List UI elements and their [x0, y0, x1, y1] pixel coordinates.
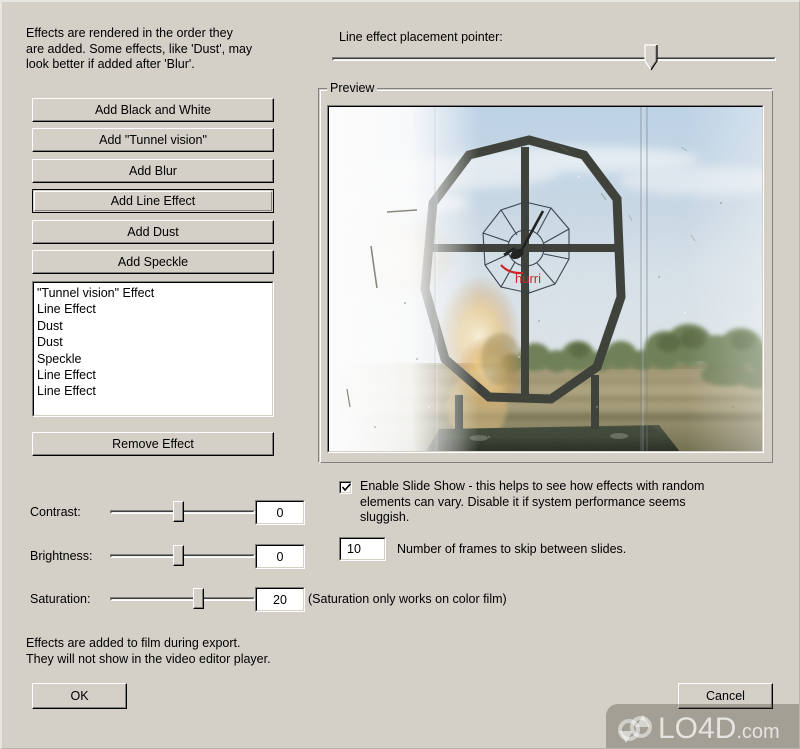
effect-list-item[interactable]: Dust	[37, 318, 272, 334]
checkmark-icon	[341, 483, 352, 492]
add-black-and-white-button-label: Add Black and White	[94, 103, 212, 117]
effects-dialog: Effects are rendered in the order they a…	[0, 0, 800, 749]
pointer-slider-thumb[interactable]	[644, 44, 660, 74]
saturation-slider-track[interactable]	[110, 597, 255, 601]
add-blur-button-label: Add Blur	[129, 164, 177, 178]
lo4d-watermark: LO4D.com	[606, 704, 799, 748]
refresh-cycle-icon	[618, 715, 652, 743]
remove-effect-button[interactable]: Remove Effect	[32, 432, 274, 456]
effect-list-item[interactable]: Speckle	[37, 351, 272, 367]
intro-text: Effects are rendered in the order they a…	[26, 26, 253, 71]
brightness-value: 0	[276, 549, 284, 564]
watermark-domain: .com	[736, 721, 780, 743]
ok-label: OK	[70, 689, 89, 703]
watermark-text: LO4D.com	[658, 712, 780, 746]
enable-slide-show-checkbox[interactable]	[339, 481, 352, 494]
add-tunnel-vision-button[interactable]: Add "Tunnel vision"	[32, 128, 274, 152]
pointer-label: Line effect placement pointer:	[339, 30, 503, 44]
add-line-effect-button-label: Add Line Effect	[110, 194, 196, 208]
pointer-slider-track[interactable]	[332, 57, 776, 61]
cancel-button[interactable]: Cancel	[678, 683, 773, 709]
remove-effect-label: Remove Effect	[112, 437, 194, 451]
add-blur-button[interactable]: Add Blur	[32, 159, 274, 183]
frames-to-skip-label: Number of frames to skip between slides.	[397, 542, 627, 556]
contrast-label: Contrast:	[30, 505, 81, 519]
add-black-and-white-button[interactable]: Add Black and White	[32, 98, 274, 122]
effect-list[interactable]: "Tunnel vision" Effect Line Effect Dust Dus…	[32, 281, 274, 417]
enable-slide-show-label[interactable]: Enable Slide Show - this helps to see ho…	[360, 479, 750, 526]
frames-to-skip-value: 10	[347, 542, 361, 556]
add-tunnel-vision-button-label: Add "Tunnel vision"	[99, 133, 207, 147]
contrast-slider-thumb[interactable]	[173, 501, 184, 522]
add-dust-button-label: Add Dust	[127, 225, 179, 239]
effect-list-item[interactable]: "Tunnel vision" Effect	[37, 285, 272, 301]
brightness-label: Brightness:	[30, 549, 93, 563]
contrast-value-input[interactable]: 0	[255, 500, 305, 525]
footer-note: Effects are added to film during export.…	[26, 636, 271, 666]
preview-image: hurri	[329, 107, 762, 451]
frames-to-skip-input[interactable]: 10	[339, 537, 386, 561]
add-dust-button[interactable]: Add Dust	[32, 220, 274, 244]
preview-group-label: Preview	[327, 81, 378, 95]
brightness-value-input[interactable]: 0	[255, 544, 305, 569]
effect-list-item[interactable]: Line Effect	[37, 367, 272, 383]
brightness-slider-thumb[interactable]	[173, 545, 184, 566]
saturation-value-input[interactable]: 20	[255, 587, 305, 612]
add-line-effect-button[interactable]: Add Line Effect	[32, 189, 274, 213]
preview-image-frame: hurri	[327, 105, 764, 453]
add-speckle-button[interactable]: Add Speckle	[32, 250, 274, 274]
add-speckle-button-label: Add Speckle	[117, 255, 189, 269]
contrast-value: 0	[276, 505, 284, 520]
watermark-brand: LO4D	[658, 712, 737, 745]
effect-list-item[interactable]: Line Effect	[37, 383, 272, 399]
saturation-note: (Saturation only works on color film)	[308, 592, 507, 606]
effect-list-item[interactable]: Dust	[37, 334, 272, 350]
ok-button[interactable]: OK	[32, 683, 127, 709]
saturation-value: 20	[273, 592, 287, 607]
cancel-label: Cancel	[706, 689, 745, 703]
effect-list-item[interactable]: Line Effect	[37, 301, 272, 317]
saturation-slider-thumb[interactable]	[193, 588, 204, 609]
saturation-label: Saturation:	[30, 592, 91, 606]
